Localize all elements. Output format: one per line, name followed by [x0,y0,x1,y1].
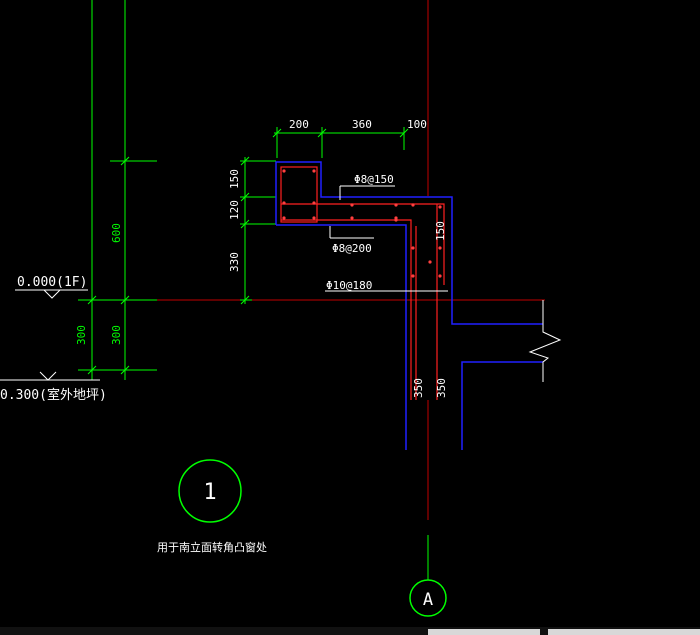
axis-lines [155,0,545,520]
top-dimension-lines [272,127,409,158]
rebar-label-lower: Φ8@200 [332,242,372,255]
elevation-floor-label: 0.000(1F) [17,275,87,290]
status-bar-tab-1[interactable] [428,629,540,635]
dim-top-2: 360 [352,118,372,131]
left-dimension-lines [78,0,157,380]
wall-step-outline [461,361,543,450]
dim-left-lower-outer: 300 [75,325,88,345]
dim-wall-right: 350 [435,378,448,398]
break-line [528,300,562,382]
status-bar [0,627,700,635]
rebar-label-top: Φ8@150 [354,173,394,186]
dim-section-1: 150 [228,169,241,189]
elevation-marker-outdoor [0,371,100,381]
dim-section-3: 330 [228,252,241,272]
concrete-outline [275,161,543,450]
dim-column-right: 150 [434,221,447,241]
rebar-label-wall: Φ10@180 [326,279,372,292]
stirrup-small-box [280,166,318,223]
cad-drawing-canvas[interactable]: 600 300 300 0.000(1F) 0.300(室外地坪) 200 36… [0,0,700,635]
beam-lower-outline [276,224,407,450]
dim-top-3: 100 [407,118,427,131]
dim-wall-left: 350 [412,378,425,398]
dim-left-lower-inner: 300 [110,325,123,345]
dim-section-2: 120 [228,200,241,220]
rebar-leaders [325,185,448,292]
detail-index-number: 1 [203,480,216,505]
axis-bubble-label: A [423,590,433,610]
status-bar-tab-2[interactable] [548,629,700,635]
elevation-outdoor-label: 0.300(室外地坪) [0,387,107,403]
dim-top-1: 200 [289,118,309,131]
detail-caption: 用于南立面转角凸窗处 [157,540,267,554]
section-left-dimension-lines [240,156,276,305]
elevation-marker-floor [15,289,88,299]
dim-left-span: 600 [110,223,123,243]
